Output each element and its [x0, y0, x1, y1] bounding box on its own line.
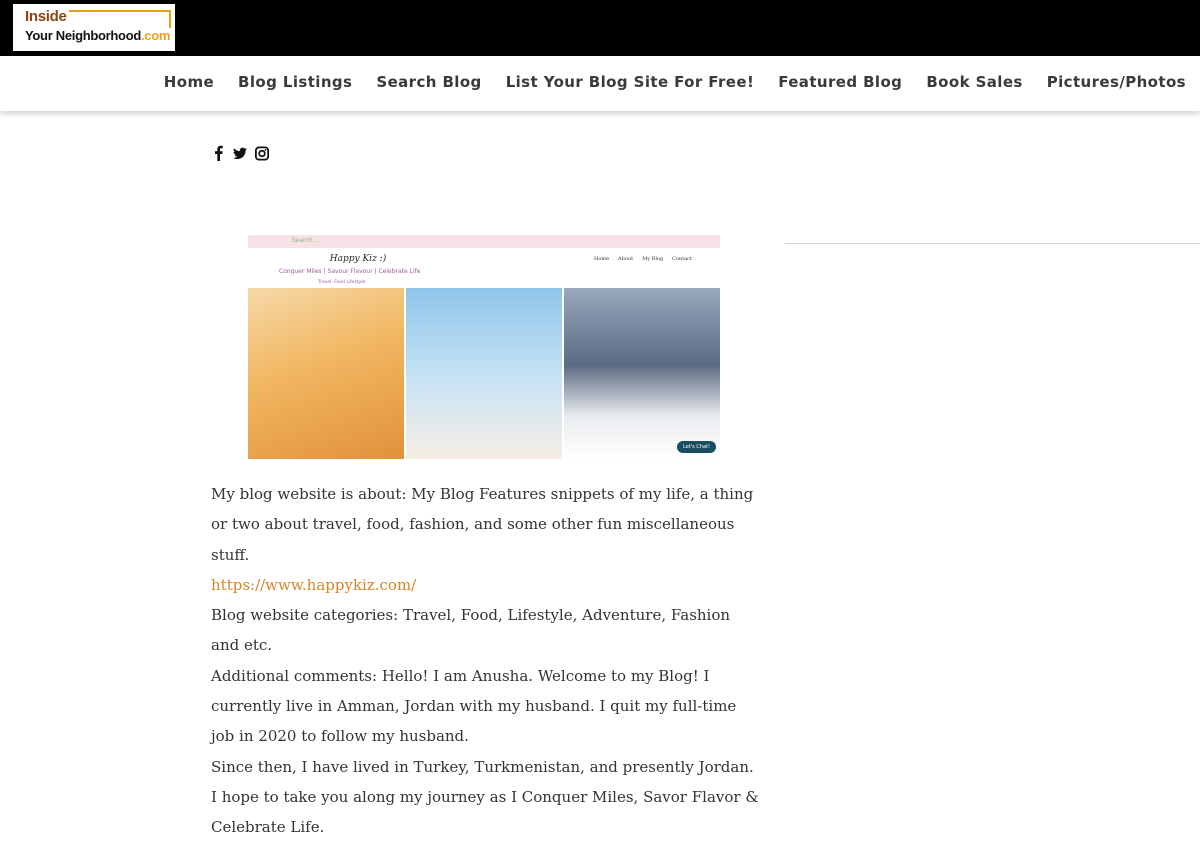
blog-url-link[interactable]: https://www.happykiz.com/	[211, 576, 416, 594]
social-links	[211, 145, 269, 161]
screenshot-chat-button: Let's Chat!	[677, 441, 716, 453]
comments-text: Additional comments: Hello! I am Anusha.…	[211, 666, 737, 746]
nav-list-your-blog[interactable]: List Your Blog Site For Free!	[506, 73, 755, 91]
about-text: My blog website is about: My Blog Featur…	[211, 485, 754, 564]
nav-home[interactable]: Home	[164, 73, 214, 91]
desert-photo	[248, 288, 404, 459]
nav-pictures-photos[interactable]: Pictures/Photos	[1047, 73, 1186, 91]
site-header: Inside Your Neighborhood.com	[0, 0, 1200, 56]
screenshot-menu-item: Contact	[672, 256, 692, 262]
screenshot-photos: Let's Chat!	[248, 288, 720, 459]
snow-photo: Let's Chat!	[564, 288, 720, 459]
instagram-icon[interactable]	[255, 145, 269, 161]
screenshot-menu-item: Home	[593, 256, 610, 262]
nav-featured-blog[interactable]: Featured Blog	[778, 73, 902, 91]
screenshot-menu: Home About My Blog Contact	[594, 256, 692, 262]
site-logo[interactable]: Inside Your Neighborhood.com	[13, 4, 175, 51]
blog-description: My blog website is about: My Blog Featur…	[211, 479, 759, 843]
salt-flat-photo	[406, 288, 562, 459]
facebook-icon[interactable]	[211, 145, 225, 161]
screenshot-topbar: Search...	[248, 235, 720, 248]
nav-blog-listings[interactable]: Blog Listings	[238, 73, 352, 91]
logo-line2: Your Neighborhood.com	[25, 28, 171, 43]
twitter-icon[interactable]	[233, 145, 247, 161]
logo-roof-icon	[69, 10, 171, 28]
categories-text: Blog website categories: Travel, Food, L…	[211, 606, 731, 655]
main-nav: Home Blog Listings Search Blog List Your…	[0, 56, 1200, 111]
screenshot-tagline: Conquer Miles | Savour Flavour | Celebra…	[279, 268, 421, 275]
screenshot-menu-item: My Blog	[642, 256, 664, 262]
screenshot-blog-title: Happy Kiz :)	[329, 254, 387, 264]
screenshot-menu-item: About	[618, 256, 634, 262]
logo-line1: Inside	[25, 8, 67, 25]
screenshot-search: Search...	[292, 237, 319, 244]
nav-search-blog[interactable]: Search Blog	[376, 73, 481, 91]
blog-screenshot-image: Search... Happy Kiz :) Conquer Miles | S…	[248, 235, 720, 459]
screenshot-categories: Travel, Food Lifestyle	[318, 280, 366, 285]
since-text: Since then, I have lived in Turkey, Turk…	[211, 757, 759, 837]
nav-book-sales[interactable]: Book Sales	[926, 73, 1022, 91]
sidebar-divider	[785, 243, 1200, 244]
